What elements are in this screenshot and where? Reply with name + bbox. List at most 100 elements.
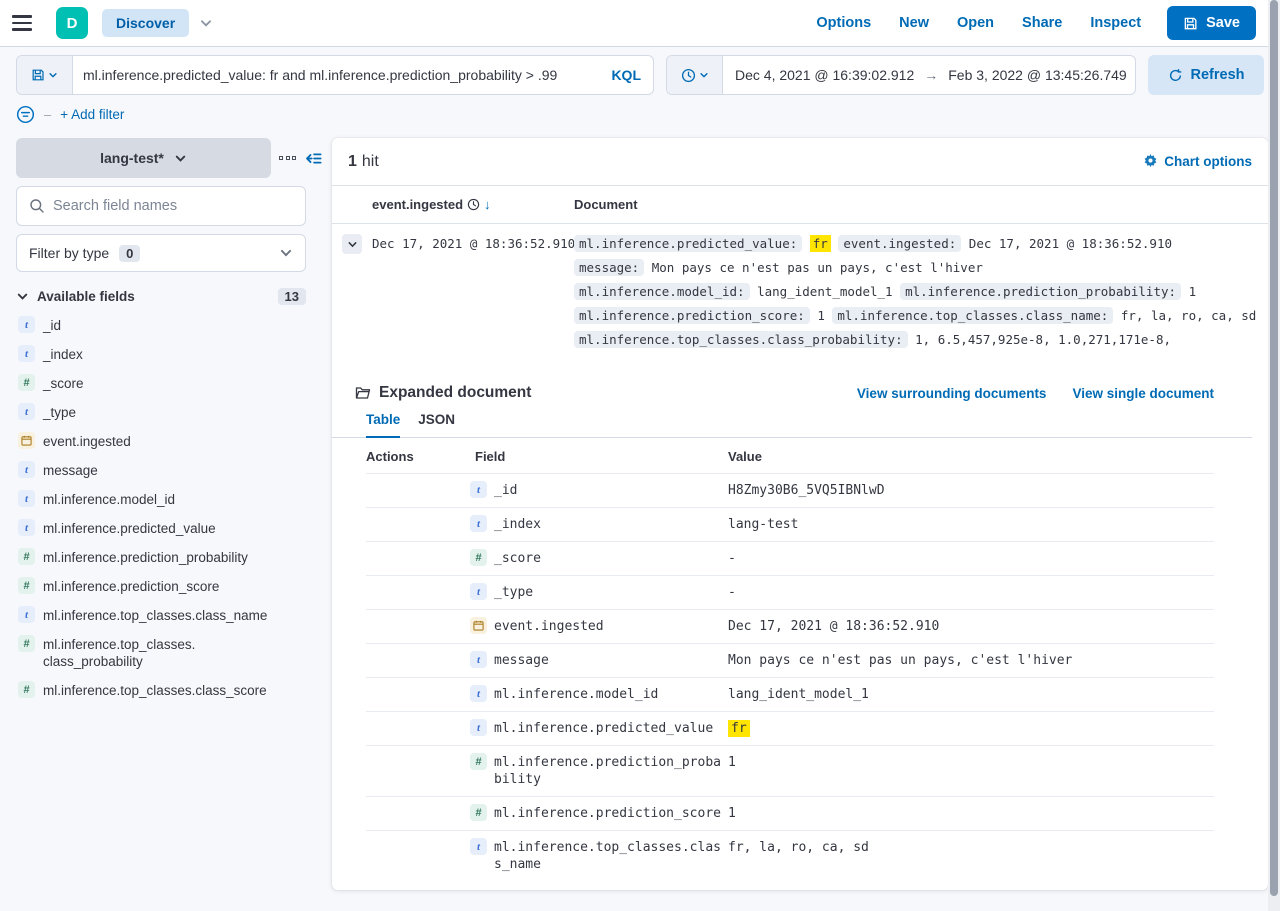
link-view-single-document[interactable]: View single document bbox=[1072, 386, 1214, 401]
number-type-icon: # bbox=[18, 577, 35, 594]
menu-icon[interactable] bbox=[12, 11, 36, 35]
row-actions-cell bbox=[366, 584, 470, 601]
document-row[interactable]: Dec 17, 2021 @ 18:36:52.910 ml.inference… bbox=[332, 224, 1268, 358]
refresh-icon bbox=[1168, 68, 1183, 83]
query-language-button[interactable]: KQL bbox=[599, 67, 653, 83]
field-name: message bbox=[43, 462, 98, 479]
summary-value: Dec 17, 2021 @ 18:36:52.910 bbox=[969, 236, 1172, 251]
chevron-down-icon bbox=[16, 290, 29, 303]
row-value-cell: 1 bbox=[722, 805, 1214, 822]
folder-open-icon bbox=[355, 385, 371, 401]
nav-link-open[interactable]: Open bbox=[957, 15, 994, 31]
row-field-name: event.ingested bbox=[494, 618, 722, 635]
boxes-horizontal-icon[interactable] bbox=[279, 156, 296, 160]
filter-circle-icon[interactable] bbox=[16, 105, 35, 124]
row-field-cell: event.ingested bbox=[470, 618, 722, 635]
link-view-surrounding-documents[interactable]: View surrounding documents bbox=[857, 386, 1047, 401]
filter-separator: – bbox=[44, 107, 51, 122]
highlighted-value: fr bbox=[728, 720, 750, 737]
filter-row: – + Add filter bbox=[0, 103, 1280, 134]
field-item[interactable]: #ml.​inference.​prediction_score bbox=[16, 578, 306, 595]
breadcrumb-chevron-icon[interactable] bbox=[199, 16, 213, 30]
table-row: t_type- bbox=[366, 575, 1214, 609]
table-row: t_indexlang-test bbox=[366, 507, 1214, 541]
tab-table[interactable]: Table bbox=[366, 412, 400, 438]
scrollbar-thumb[interactable] bbox=[1270, 0, 1278, 896]
quick-time-menu-button[interactable] bbox=[667, 56, 723, 94]
sort-descending-icon[interactable]: ↓ bbox=[484, 197, 491, 212]
save-button[interactable]: Save bbox=[1167, 6, 1256, 40]
document-summary: ml.inference.predicted_value: fr event.i… bbox=[574, 232, 1258, 352]
summary-line: ml.inference.model_id: lang_ident_model_… bbox=[574, 280, 1258, 304]
expand-row-button[interactable] bbox=[342, 234, 362, 254]
chart-options-button[interactable]: Chart options bbox=[1143, 154, 1252, 169]
app-logo[interactable]: D bbox=[56, 7, 88, 39]
refresh-button[interactable]: Refresh bbox=[1148, 55, 1264, 95]
row-field-cell: #ml.inference.prediction_score bbox=[470, 805, 722, 822]
breadcrumb[interactable]: Discover bbox=[102, 9, 189, 37]
field-item[interactable]: #ml.​inference.​top_classes.​class_proba… bbox=[16, 636, 306, 670]
chevron-down-icon bbox=[174, 152, 187, 165]
row-value-cell: lang_ident_model_1 bbox=[722, 686, 1214, 703]
field-item[interactable]: t ml.​inference.​predicted_value bbox=[16, 520, 306, 537]
field-item[interactable]: #ml.​inference.​prediction_probability bbox=[16, 549, 306, 566]
string-type-icon: t bbox=[470, 583, 487, 600]
field-name: _score bbox=[43, 375, 84, 392]
date-range-start[interactable]: Dec 4, 2021 @ 16:39:02.912 bbox=[735, 67, 914, 83]
saved-query-menu-button[interactable] bbox=[17, 56, 73, 94]
calendar-icon bbox=[470, 617, 487, 634]
content-area: lang-test* Filter by type 0 bbox=[0, 134, 1280, 890]
field-item[interactable]: t_index bbox=[16, 346, 306, 363]
save-button-label: Save bbox=[1206, 15, 1240, 31]
actions-column-header: Actions bbox=[366, 449, 470, 464]
row-value-cell: Dec 17, 2021 @ 18:36:52.910 bbox=[722, 618, 1214, 635]
table-row: tml.inference.predicted_valuefr bbox=[366, 711, 1214, 745]
summary-value: 1 bbox=[1189, 284, 1197, 299]
field-item[interactable]: tml.​inference.​top_classes.​class_name bbox=[16, 607, 306, 624]
string-type-icon: t bbox=[18, 490, 35, 507]
available-fields-label: Available fields bbox=[37, 289, 135, 304]
field-item[interactable]: event.​ingested bbox=[16, 433, 306, 450]
nav-link-share[interactable]: Share bbox=[1022, 15, 1062, 31]
date-picker-group: Dec 4, 2021 @ 16:39:02.912 → Feb 3, 2022… bbox=[666, 55, 1136, 95]
row-field-cell: tmessage bbox=[470, 652, 722, 669]
summary-line: message: Mon pays ce n'est pas un pays, … bbox=[574, 256, 1258, 280]
index-pattern-switcher[interactable]: lang-test* bbox=[16, 138, 271, 178]
number-type-icon: # bbox=[18, 635, 35, 652]
available-fields-header[interactable]: Available fields 13 bbox=[16, 288, 306, 305]
field-item[interactable]: #_score bbox=[16, 375, 306, 392]
field-item[interactable]: t_type bbox=[16, 404, 306, 421]
field-name: ml.​inference.​model_id bbox=[43, 491, 175, 508]
field-name: ml.​inference.​predicted_value bbox=[43, 520, 216, 537]
filter-by-type-select[interactable]: Filter by type 0 bbox=[16, 234, 306, 272]
summary-line: ml.inference.predicted_value: fr event.i… bbox=[574, 232, 1258, 256]
field-item[interactable]: t_id bbox=[16, 317, 306, 334]
fields-sidebar: lang-test* Filter by type 0 bbox=[16, 138, 306, 699]
field-item[interactable]: t ml.​inference.​model_id bbox=[16, 491, 306, 508]
query-input[interactable]: ml.inference.predicted_value: fr and ml.… bbox=[73, 67, 599, 83]
time-column-header[interactable]: event.ingested bbox=[372, 197, 463, 212]
row-field-cell: tml.inference.top_classes.class_name bbox=[470, 839, 722, 873]
add-filter-button[interactable]: + Add filter bbox=[60, 107, 124, 122]
row-field-cell: t_index bbox=[470, 516, 722, 533]
field-item[interactable]: tmessage bbox=[16, 462, 306, 479]
nav-link-new[interactable]: New bbox=[899, 15, 929, 31]
vertical-scrollbar[interactable] bbox=[1268, 0, 1280, 911]
nav-link-options[interactable]: Options bbox=[816, 15, 871, 31]
field-item[interactable]: #ml.​inference.​top_classes.​class_score bbox=[16, 682, 306, 699]
row-actions-cell bbox=[366, 754, 470, 788]
save-icon bbox=[1183, 16, 1198, 31]
calendar-icon bbox=[18, 432, 35, 449]
field-search-input[interactable] bbox=[53, 198, 293, 214]
row-value-cell: Mon pays ce n'est pas un pays, c'est l'h… bbox=[722, 652, 1214, 669]
row-field-name: _index bbox=[494, 516, 722, 533]
date-range-end[interactable]: Feb 3, 2022 @ 13:45:26.749 bbox=[948, 67, 1126, 83]
collapse-sidebar-icon[interactable] bbox=[304, 149, 323, 168]
expanded-document-tabs: Table JSON bbox=[332, 412, 1252, 438]
field-name-badge: ml.inference.prediction_score: bbox=[574, 307, 810, 324]
tab-json[interactable]: JSON bbox=[418, 412, 455, 437]
string-type-icon: t bbox=[18, 519, 35, 536]
nav-link-inspect[interactable]: Inspect bbox=[1090, 15, 1141, 31]
number-type-icon: # bbox=[470, 549, 487, 566]
summary-value: 1, 6.5,457,925e-8, 1.0,271,171e-8, bbox=[915, 332, 1171, 347]
